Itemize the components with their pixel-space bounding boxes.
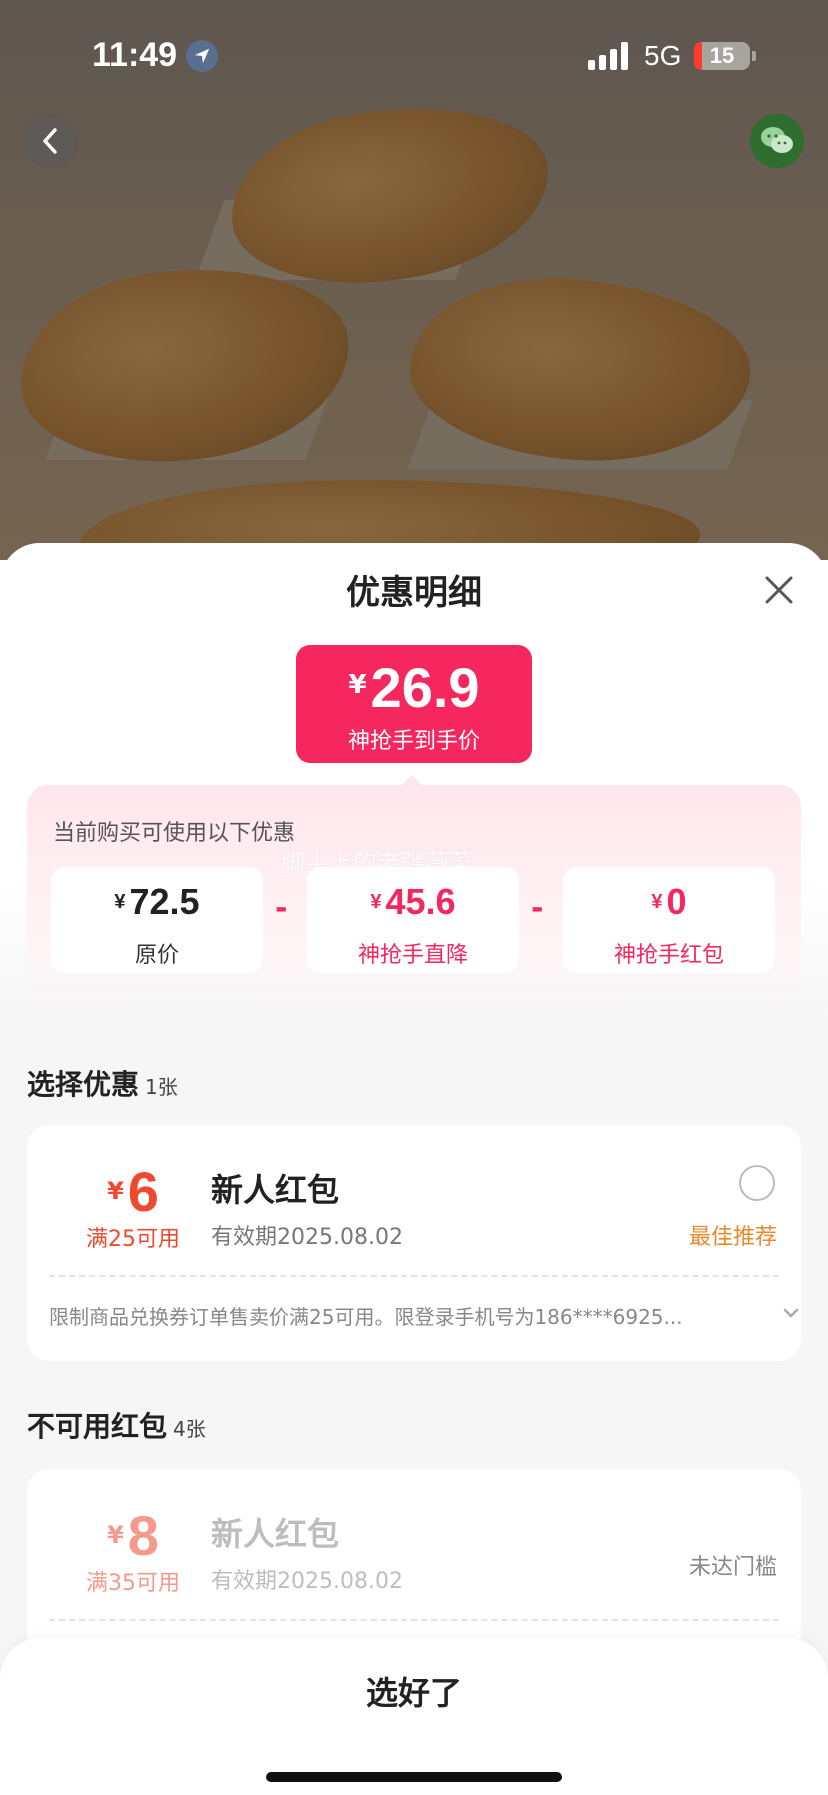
coupon-select-radio[interactable]	[739, 1165, 775, 1201]
signal-icon	[588, 42, 632, 70]
close-icon	[765, 576, 793, 604]
threshold-not-met-label: 未达门槛	[688, 1555, 777, 1580]
best-recommend-tag: 最佳推荐	[688, 1225, 777, 1250]
wechat-icon	[761, 127, 793, 153]
red-packet-value: 0	[666, 881, 687, 922]
unavailable-section-title: 不可用红包 4张	[27, 1405, 206, 1445]
coupon-condition: 满35可用	[86, 1571, 180, 1596]
original-price-value: 72.5	[129, 881, 200, 922]
home-indicator	[266, 1772, 562, 1782]
status-time: 11:49	[92, 36, 178, 74]
price-breakdown: 当前购买可使用以下优惠 脚尖上的老疆薇菜 ¥72.5 原价 - ¥45.6 神抢…	[27, 785, 801, 1015]
select-section-title: 选择优惠 1张	[27, 1063, 178, 1103]
battery-icon: 15	[694, 42, 750, 70]
close-button[interactable]	[762, 573, 796, 607]
unavailable-section-count: 4张	[173, 1417, 206, 1441]
status-bar: 11:49 5G 15	[0, 0, 828, 110]
red-packet-currency: ¥	[651, 891, 663, 913]
chevron-down-icon	[783, 1308, 799, 1318]
confirm-button[interactable]: 选好了	[0, 1638, 828, 1748]
final-price-badge: ¥26.9 神抢手到手价	[296, 645, 532, 763]
unavailable-section-label: 不可用红包	[27, 1410, 168, 1443]
coupon-validity: 有效期2025.08.02	[211, 1569, 403, 1594]
coupon-amount: 8	[127, 1504, 159, 1567]
bottom-bar: 选好了	[0, 1638, 828, 1795]
direct-discount-currency: ¥	[370, 891, 382, 913]
original-price-label: 原价	[134, 943, 179, 968]
select-section-label: 选择优惠	[27, 1068, 140, 1101]
coupon-currency: ¥	[107, 1177, 124, 1205]
minus-sign: -	[531, 891, 544, 926]
location-arrow-icon	[186, 40, 218, 72]
minus-sign: -	[275, 891, 288, 926]
coupon-name: 新人红包	[211, 1171, 340, 1209]
chevron-left-icon	[43, 128, 57, 154]
select-section-count: 1张	[145, 1075, 178, 1099]
coupon-card[interactable]: ¥6 满25可用 新人红包 有效期2025.08.02 最佳推荐 限制商品兑换券…	[27, 1125, 801, 1361]
coupon-condition: 满25可用	[86, 1227, 180, 1252]
final-price-currency: ¥	[348, 670, 367, 700]
battery-level: 15	[709, 43, 735, 68]
original-price-box: ¥72.5 原价	[51, 867, 263, 973]
final-price-label: 神抢手到手价	[347, 729, 480, 754]
direct-discount-box: ¥45.6 神抢手直降	[307, 867, 519, 973]
red-packet-box: ¥0 神抢手红包	[563, 867, 775, 973]
coupon-validity: 有效期2025.08.02	[211, 1225, 403, 1250]
direct-discount-label: 神抢手直降	[357, 943, 468, 968]
breakdown-label: 当前购买可使用以下优惠	[53, 821, 296, 846]
sheet-title: 优惠明细	[346, 573, 482, 613]
expand-button[interactable]	[781, 1305, 801, 1321]
coupon-amount: 6	[127, 1160, 159, 1223]
coupon-name: 新人红包	[211, 1515, 340, 1553]
discount-detail-sheet: 优惠明细 ¥26.9 神抢手到手价 当前购买可使用以下优惠 脚尖上的老疆薇菜 ¥…	[0, 543, 828, 1795]
network-label: 5G	[644, 40, 682, 71]
coupon-currency: ¥	[107, 1521, 124, 1549]
back-button[interactable]	[24, 114, 78, 168]
direct-discount-value: 45.6	[385, 881, 456, 922]
wechat-share-button[interactable]	[750, 114, 804, 168]
final-price-value: 26.9	[370, 656, 480, 719]
red-packet-label: 神抢手红包	[613, 943, 724, 968]
original-price-currency: ¥	[114, 891, 126, 913]
coupon-description: 限制商品兑换券订单售卖价满25可用。限登录手机号为186****6925...	[49, 1305, 683, 1329]
